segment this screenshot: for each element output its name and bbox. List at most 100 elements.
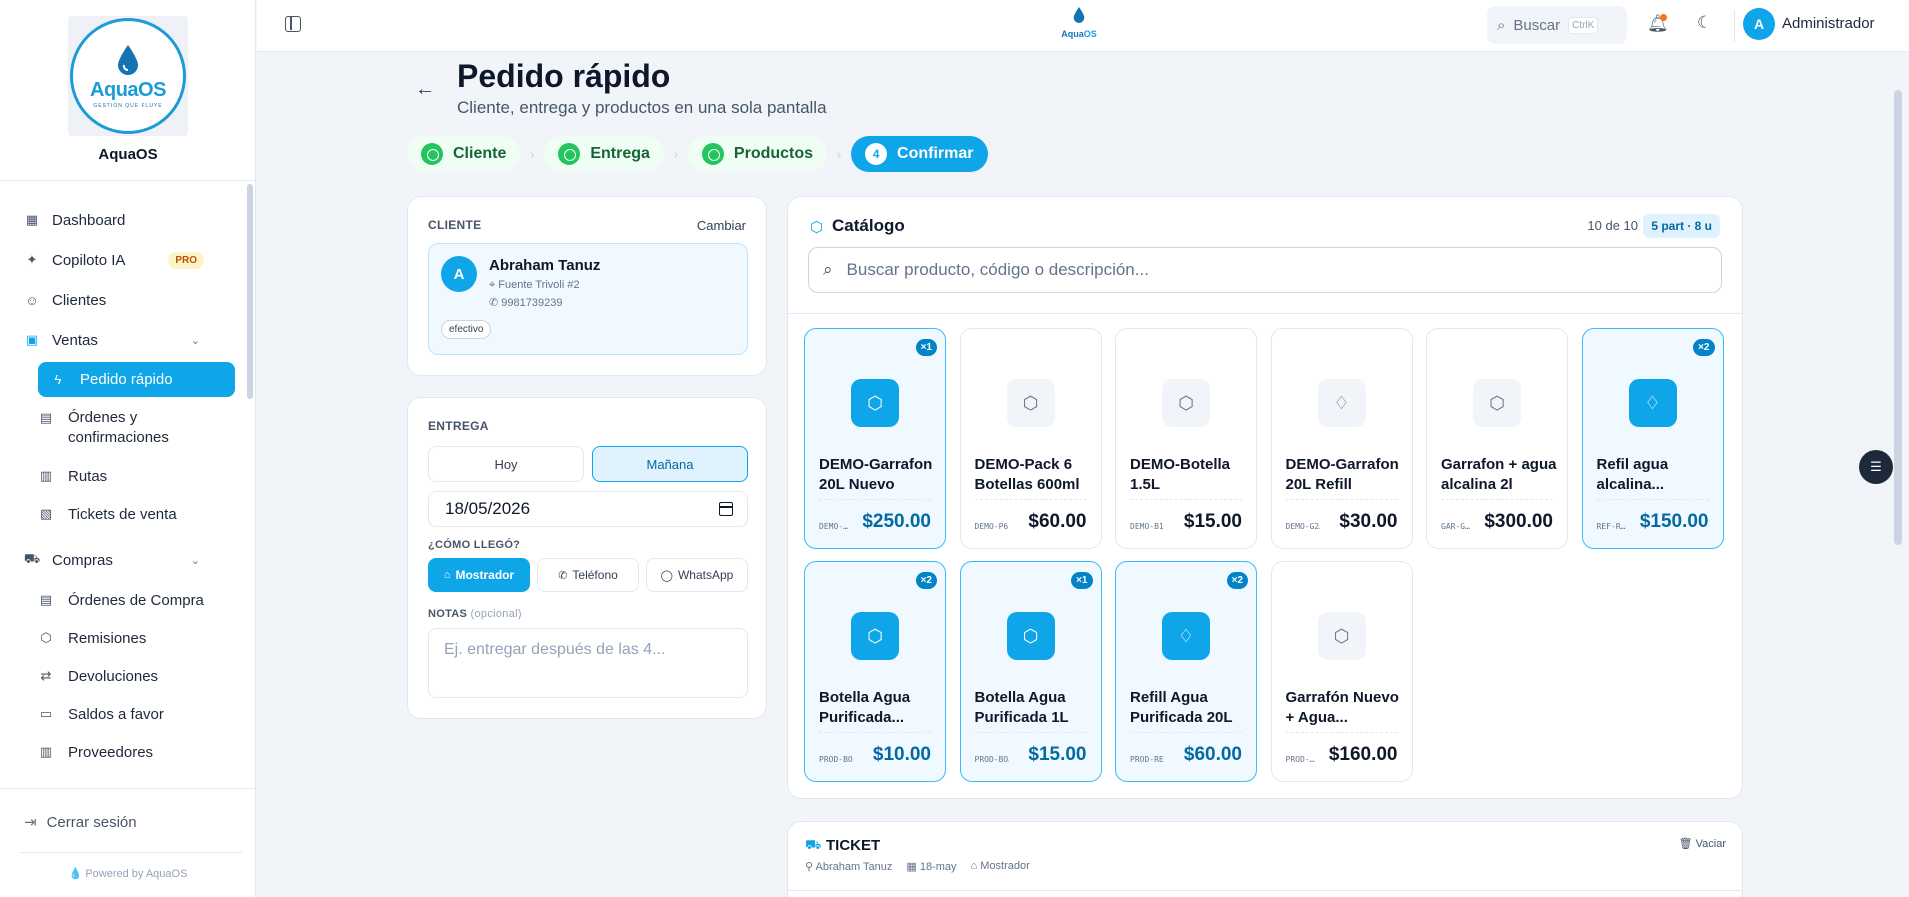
- chevron-right-icon: ›: [673, 146, 679, 162]
- divider: [819, 732, 931, 733]
- sidebar-item-rutas[interactable]: ▥ Rutas: [38, 465, 235, 487]
- sidebar-item-clientes[interactable]: ☺ Clientes: [24, 284, 234, 316]
- stepper: Cliente › Entrega › Productos › 4 Confirm…: [407, 136, 988, 172]
- sidebar-item-proveedores[interactable]: ▥ Proveedores: [38, 741, 235, 763]
- channel-mostrador[interactable]: ⌂ Mostrador: [428, 558, 530, 592]
- map-pin-icon: ⌖: [489, 279, 496, 291]
- delivery-heading: ENTREGA: [428, 419, 489, 433]
- floating-menu-button[interactable]: ☰: [1859, 450, 1893, 484]
- product-card[interactable]: ⬡ Garrafon + agua alcalina 2l GAR-G… $300.0…: [1426, 328, 1568, 549]
- notes-input[interactable]: Ej. entregar después de las 4...: [428, 628, 748, 698]
- logout-button[interactable]: ⇥ Cerrar sesión: [24, 813, 137, 832]
- sidebar-item-saldos[interactable]: ▭ Saldos a favor: [38, 703, 235, 725]
- product-card[interactable]: ×1 ⬡ Botella Agua Purificada 1L PROD-BO… $15…: [959, 561, 1102, 782]
- cart-icon: ⛟: [805, 837, 822, 852]
- sidebar-item-compras[interactable]: ⛟ Compras ⌄: [24, 544, 234, 576]
- phone-icon: ✆: [558, 569, 568, 582]
- product-card[interactable]: ×2 ♢ Refil agua alcalina... REF-R… $150.00: [1581, 328, 1724, 549]
- sidebar-item-tickets[interactable]: ▧ Tickets de venta: [38, 503, 235, 525]
- sidebar-item-pedido-rapido[interactable]: ϟ Pedido rápido: [38, 362, 235, 397]
- product-code: PROD-BO…: [819, 755, 853, 764]
- global-search[interactable]: ⌕ Buscar CtrlK: [1487, 6, 1627, 44]
- tomorrow-option[interactable]: Mañana: [592, 446, 748, 482]
- product-card[interactable]: ⬡ Garrafón Nuevo + Agua... PROD-… $160.00: [1270, 561, 1413, 782]
- ticket-date: ▦ 18-may: [906, 861, 957, 873]
- moon-icon[interactable]: ☾: [1697, 13, 1712, 33]
- channel-heading: ¿CÓMO LLEGÓ?: [428, 539, 521, 551]
- client-avatar: A: [441, 256, 477, 292]
- sidebar-item-ordenes-compra[interactable]: ▤ Órdenes de Compra: [38, 589, 235, 611]
- product-card[interactable]: ×2 ♢ Refill Agua Purificada 20L PROD-RE… $60…: [1115, 561, 1257, 782]
- product-card[interactable]: ×1 ⬡ DEMO-Garrafon 20L Nuevo DEMO-… $250.00: [804, 328, 946, 549]
- sidebar-item-copiloto[interactable]: ✦ Copiloto IA PRO: [24, 244, 234, 276]
- product-price: $10.00: [872, 744, 931, 765]
- sidebar-item-ordenes[interactable]: ▤ Órdenes y confirmaciones: [38, 408, 235, 448]
- user-name[interactable]: Administrador: [1782, 15, 1875, 32]
- search-icon: ⌕: [823, 260, 833, 279]
- user-icon: ⚲: [805, 861, 814, 873]
- sidebar-item-ventas[interactable]: ▣ Ventas ⌄: [24, 324, 234, 356]
- selected-client[interactable]: A Abraham Tanuz ⌖ Fuente Trivoli #2 ✆ 99…: [428, 243, 748, 355]
- main-scrollbar[interactable]: [1894, 90, 1902, 545]
- divider: [788, 313, 1742, 314]
- box-icon: ⬡: [810, 219, 824, 236]
- sidebar-item-dashboard[interactable]: ▦ Dashboard: [24, 204, 234, 236]
- product-code: DEMO-G2…: [1285, 522, 1320, 531]
- sidebar-item-devoluciones[interactable]: ⇄ Devoluciones: [38, 665, 235, 687]
- check-circle-icon: [421, 143, 443, 165]
- step-productos[interactable]: Productos: [687, 136, 828, 172]
- store-icon: ⌂: [970, 860, 978, 872]
- change-client-button[interactable]: Cambiar: [697, 218, 746, 233]
- product-price: $15.00: [1183, 511, 1242, 532]
- product-card[interactable]: ⬡ DEMO-Botella 1.5L DEMO-B15 $15.00: [1115, 328, 1257, 549]
- today-option[interactable]: Hoy: [428, 446, 584, 482]
- sidebar-item-remisiones[interactable]: ⬡ Remisiones: [38, 627, 235, 649]
- channel-whatsapp[interactable]: ◯ WhatsApp: [646, 558, 748, 592]
- step-number: 4: [865, 143, 888, 165]
- quantity-badge: ×1: [915, 339, 937, 356]
- chevron-down-icon: ⌄: [190, 554, 200, 567]
- product-search-input[interactable]: ⌕ Buscar producto, código o descripción.…: [808, 247, 1722, 293]
- delivery-date-input[interactable]: 18/05/2026: [428, 491, 748, 527]
- product-price: $30.00: [1339, 511, 1398, 532]
- notification-dot: [1660, 14, 1667, 21]
- product-code: GAR-G…: [1441, 522, 1470, 531]
- divider: [1734, 10, 1735, 42]
- quantity-badge: ×1: [1071, 572, 1093, 589]
- cart-icon: ⛟: [23, 551, 41, 566]
- box-icon: ⬡: [1006, 612, 1055, 660]
- product-price: $60.00: [1183, 744, 1242, 765]
- bell-icon[interactable]: 🔔︎: [1647, 14, 1669, 36]
- sidebar: AquaOS GESTION QUE FLUYE AquaOS ▦ Dashboa…: [0, 0, 256, 897]
- product-card[interactable]: ×2 ⬡ Botella Agua Purificada... PROD-BO… $10…: [804, 561, 946, 782]
- product-card[interactable]: ⬡ DEMO-Pack 6 Botellas 600ml DEMO-P6 $60.00: [959, 328, 1102, 549]
- droplets-icon: ♢: [1162, 612, 1210, 660]
- divider: [788, 890, 1742, 891]
- sidebar-toggle-icon[interactable]: [285, 16, 301, 32]
- client-address: ⌖ Fuente Trivoli #2: [489, 279, 580, 291]
- list-toggle-icon: ☰: [1870, 459, 1882, 474]
- brand-logo: AquaOS GESTION QUE FLUYE: [68, 16, 188, 136]
- calendar-icon: ▦: [906, 861, 917, 873]
- divider: [1596, 499, 1709, 500]
- catalog-count: 10 de 10: [1587, 218, 1638, 233]
- product-code: PROD-…: [1285, 755, 1315, 764]
- product-card[interactable]: ♢ DEMO-Garrafon 20L Refill DEMO-G2… $30.00: [1270, 328, 1413, 549]
- product-name: Garrafón Nuevo + Agua...: [1285, 689, 1399, 726]
- catalog-summary: 5 part · 8 u: [1643, 214, 1720, 238]
- user-avatar[interactable]: A: [1743, 8, 1775, 40]
- step-entrega[interactable]: Entrega: [544, 136, 664, 172]
- channel-telefono[interactable]: ✆ Teléfono: [537, 558, 639, 592]
- product-name: DEMO-Garrafon 20L Refill: [1285, 456, 1399, 493]
- page-title: Pedido rápido: [457, 58, 671, 94]
- sidebar-scrollbar[interactable]: [247, 184, 253, 399]
- client-name: Abraham Tanuz: [489, 257, 601, 274]
- notes-heading: NOTAS (opcional): [428, 608, 522, 620]
- chevron-right-icon: ›: [530, 146, 535, 162]
- step-confirmar[interactable]: 4 Confirmar: [851, 136, 988, 172]
- step-cliente[interactable]: Cliente: [407, 136, 521, 172]
- back-arrow-icon[interactable]: ←: [415, 78, 435, 101]
- clear-ticket-button[interactable]: 🗑︎ Vaciar: [1679, 837, 1726, 850]
- chat-icon: ◯: [660, 569, 673, 582]
- calendar-icon[interactable]: [719, 502, 733, 516]
